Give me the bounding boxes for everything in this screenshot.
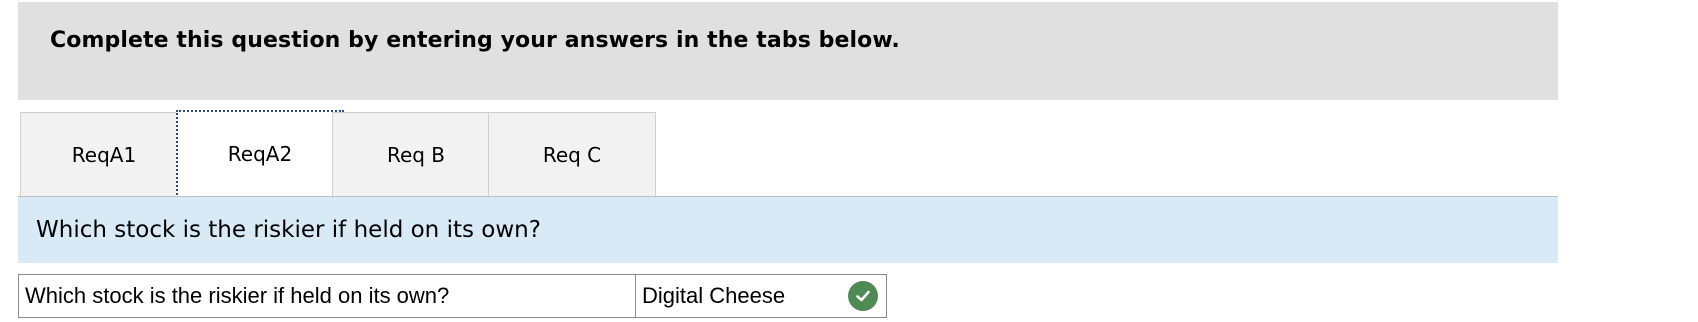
question-cell: Which stock is the riskier if held on it… (18, 274, 636, 318)
question-prompt: Which stock is the riskier if held on it… (36, 217, 541, 243)
table-row: Which stock is the riskier if held on it… (18, 274, 887, 318)
tab-reqa2[interactable]: ReqA2 (176, 110, 344, 198)
tab-label: Req C (542, 142, 602, 167)
answer-cell[interactable]: Digital Cheese (635, 274, 887, 318)
answer-value: Digital Cheese (642, 283, 786, 308)
tab-req-b[interactable]: Req B (332, 112, 500, 196)
answer-table: Which stock is the riskier if held on it… (18, 274, 887, 318)
tab-label: Req B (386, 142, 446, 167)
instruction-text: Complete this question by entering your … (50, 28, 900, 53)
check-circle-icon (848, 281, 878, 311)
tab-label: ReqA2 (227, 142, 293, 166)
tab-label: ReqA1 (71, 142, 137, 167)
tab-req-c[interactable]: Req C (488, 112, 656, 196)
question-band: Which stock is the riskier if held on it… (18, 197, 1558, 263)
tab-reqa1[interactable]: ReqA1 (20, 112, 188, 196)
instruction-bar: Complete this question by entering your … (18, 2, 1558, 100)
question-panel: Complete this question by entering your … (0, 0, 1698, 322)
